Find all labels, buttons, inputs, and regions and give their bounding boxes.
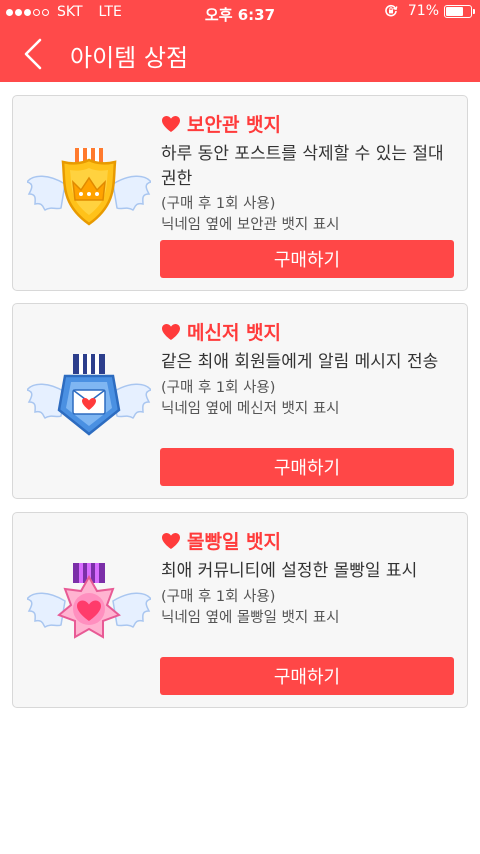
messenger-badge-icon — [27, 354, 151, 436]
heart-icon — [162, 323, 180, 340]
item-description: 하루 동안 포스트를 삭제할 수 있는 절대 권한 — [161, 144, 444, 189]
rotation-lock-icon — [385, 4, 398, 17]
item-display-note: 닉네임 옆에 몰빵일 뱃지 표시 — [161, 610, 340, 626]
item-display-note: 닉네임 옆에 메신저 뱃지 표시 — [161, 401, 340, 417]
battery-icon — [444, 4, 475, 18]
battery-fill — [446, 6, 464, 16]
item-title: 몰빵일 뱃지 — [161, 527, 281, 554]
item-card-mollbbang: 몰빵일 뱃지 최애 커뮤니티에 설정한 몰빵일 표시 (구매 후 1회 사용) … — [12, 512, 468, 708]
heart-icon — [162, 115, 180, 132]
item-usage-note: (구매 후 1회 사용) — [161, 589, 276, 605]
sheriff-badge-icon — [27, 148, 151, 226]
chevron-left-icon — [24, 38, 42, 70]
item-usage-note: (구매 후 1회 사용) — [161, 196, 276, 212]
item-card-sheriff: 보안관 뱃지 하루 동안 포스트를 삭제할 수 있는 절대 권한 (구매 후 1… — [12, 95, 468, 291]
item-title: 보안관 뱃지 — [161, 110, 281, 137]
item-name: 메신저 뱃지 — [187, 322, 282, 344]
item-card-messenger: 메신저 뱃지 같은 최애 회원들에게 알림 메시지 전송 (구매 후 1회 사용… — [12, 303, 468, 499]
star-heart-badge-icon — [27, 563, 151, 639]
item-description: 최애 커뮤니티에 설정한 몰빵일 표시 — [161, 561, 418, 581]
header: SKT LTE 오후 6:37 71% 아이템 상점 — [0, 0, 480, 82]
heart-icon — [162, 532, 180, 549]
item-title: 메신저 뱃지 — [161, 318, 281, 345]
item-usage-note: (구매 후 1회 사용) — [161, 380, 276, 396]
page-title: 아이템 상점 — [70, 44, 189, 72]
item-name: 몰빵일 뱃지 — [187, 531, 282, 553]
status-bar: SKT LTE 오후 6:37 71% — [0, 0, 480, 26]
buy-button-mollbbang[interactable]: 구매하기 — [160, 657, 454, 695]
app-screen: SKT LTE 오후 6:37 71% 아이템 상점 보안관 뱃지 하루 동안 … — [0, 0, 480, 854]
buy-button-sheriff[interactable]: 구매하기 — [160, 240, 454, 278]
buy-button-messenger[interactable]: 구매하기 — [160, 448, 454, 486]
item-description: 같은 최애 회원들에게 알림 메시지 전송 — [161, 352, 439, 372]
battery-percent: 71% — [407, 3, 439, 19]
status-right: 71% — [384, 3, 475, 19]
item-display-note: 닉네임 옆에 보안관 뱃지 표시 — [161, 217, 340, 233]
nav-bar: 아이템 상점 — [0, 26, 480, 82]
back-button[interactable] — [18, 36, 50, 72]
item-name: 보안관 뱃지 — [187, 114, 282, 136]
